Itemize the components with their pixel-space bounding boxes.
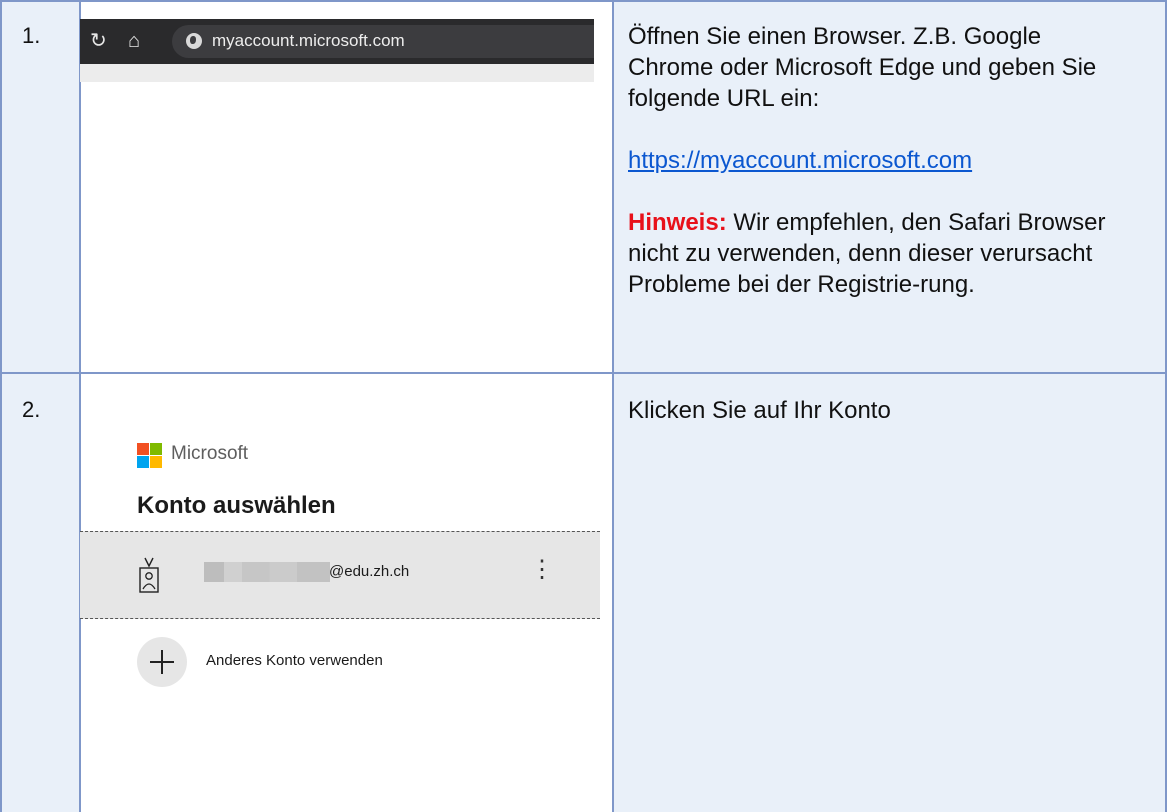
account-email: @edu.zh.ch (329, 563, 410, 580)
step-2-instructions: Klicken Sie auf Ihr Konto (628, 395, 1133, 426)
step-2-text: Klicken Sie auf Ihr Konto (628, 397, 891, 424)
step-1-link-para: https://myaccount.microsoft.com (628, 145, 1133, 176)
account-tile[interactable]: @edu.zh.ch ⋮ (80, 531, 600, 619)
more-options-icon[interactable]: ⋮ (530, 556, 554, 584)
microsoft-logo-icon (137, 443, 163, 469)
table-border-top (0, 0, 1167, 2)
column-divider-1 (79, 0, 81, 812)
step-1-instructions: Öffnen Sie einen Browser. Z.B. Google Ch… (628, 21, 1133, 300)
home-icon: ⌂ (128, 30, 141, 52)
choose-account-heading: Konto auswählen (137, 492, 336, 519)
use-another-account-label[interactable]: Anderes Konto verwenden (206, 652, 383, 669)
address-bar: myaccount.microsoft.com (172, 25, 594, 58)
instruction-table: 1. ↻ ⌂ myaccount.microsoft.com Öffnen Si… (0, 0, 1167, 812)
id-badge-icon (139, 557, 159, 593)
globe-icon (186, 33, 202, 49)
add-account-plus-icon[interactable] (137, 637, 187, 687)
step-1-hint: Hinweis: Wir empfehlen, den Safari Brows… (628, 207, 1133, 300)
row-divider (0, 372, 1167, 374)
step-1-intro: Öffnen Sie einen Browser. Z.B. Google Ch… (628, 23, 1097, 112)
browser-content-strip (80, 64, 594, 82)
step-number-1: 1. (22, 23, 41, 48)
row2-number-cell (0, 373, 80, 812)
table-border-left (0, 0, 2, 812)
hint-label: Hinweis: (628, 209, 727, 236)
row2-text-cell (613, 373, 1167, 812)
blurred-username (204, 562, 330, 582)
row1-number-cell (0, 0, 80, 373)
column-divider-2 (612, 0, 614, 812)
microsoft-brand-text: Microsoft (171, 443, 249, 464)
address-bar-url: myaccount.microsoft.com (212, 31, 405, 50)
myaccount-link[interactable]: https://myaccount.microsoft.com (628, 147, 972, 174)
step-number-2: 2. (22, 397, 41, 422)
reload-icon: ↻ (90, 30, 107, 52)
browser-toolbar-screenshot: ↻ ⌂ myaccount.microsoft.com (80, 19, 594, 64)
